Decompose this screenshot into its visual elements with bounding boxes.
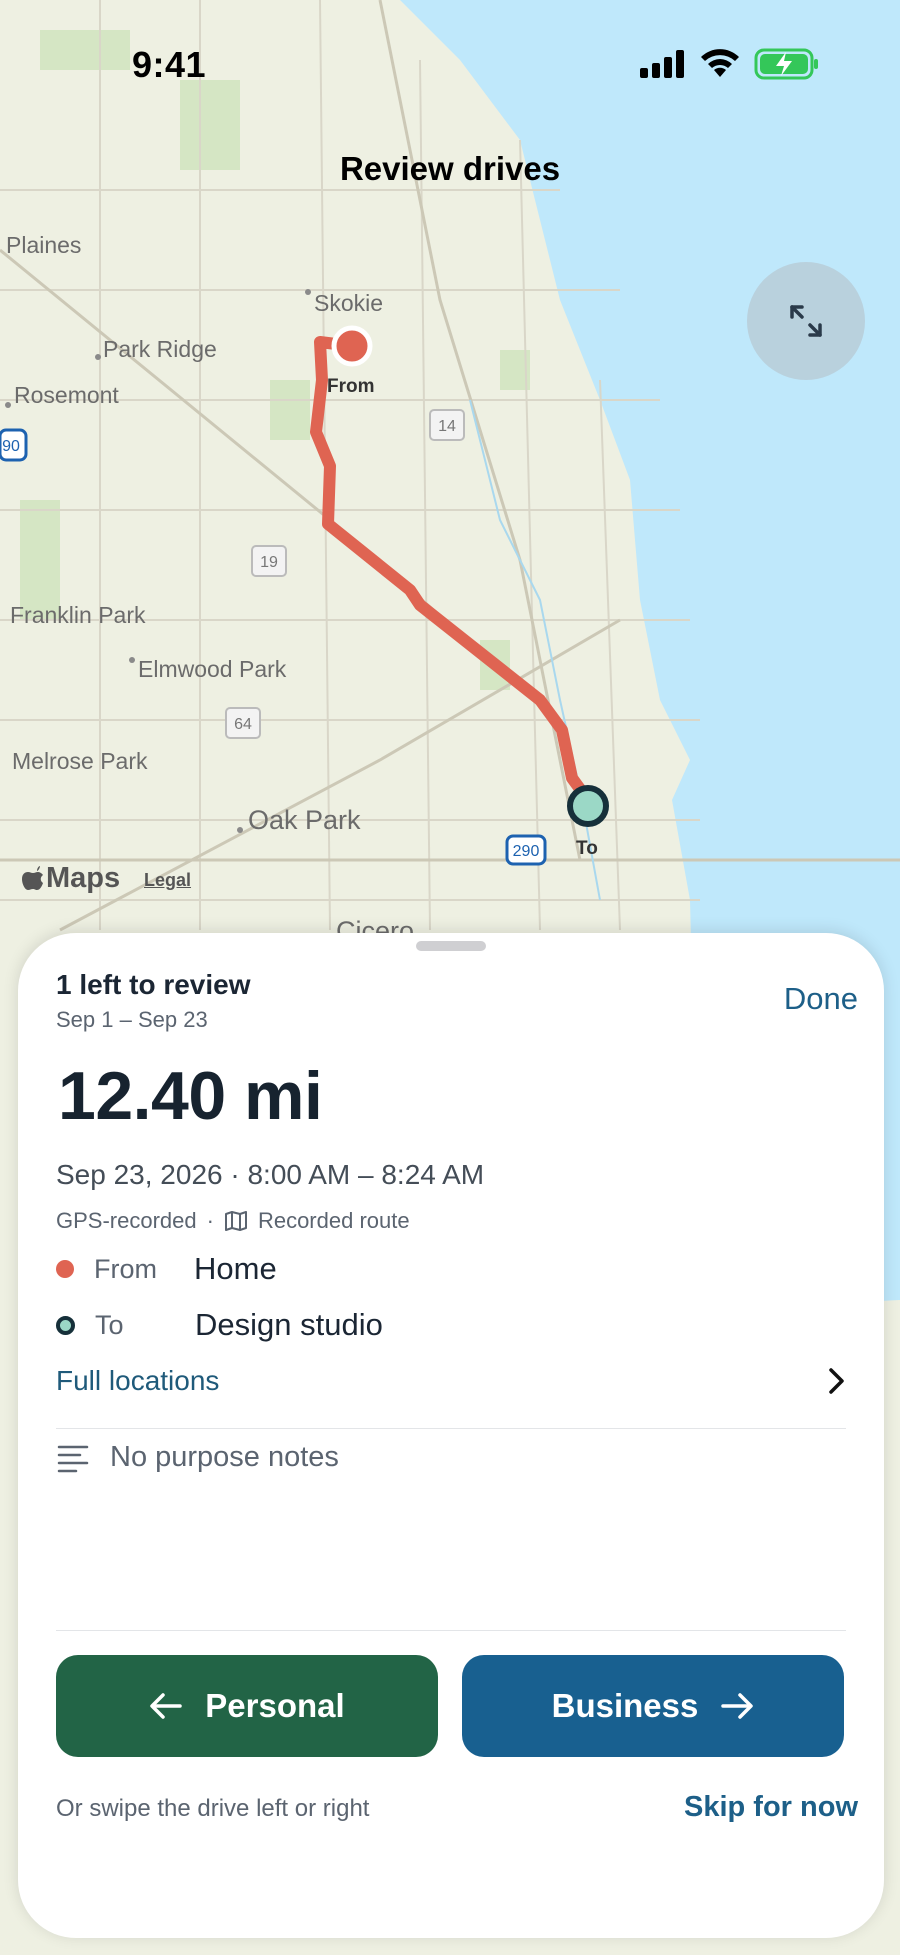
business-button[interactable]: Business	[462, 1655, 844, 1757]
swipe-hint: Or swipe the drive left or right	[56, 1795, 370, 1822]
svg-text:64: 64	[234, 716, 252, 733]
skip-button[interactable]: Skip for now	[684, 1791, 858, 1824]
notes-lines-icon	[57, 1445, 89, 1472]
purpose-notes[interactable]: No purpose notes	[56, 1441, 339, 1474]
battery-charging-icon	[754, 48, 818, 80]
status-time: 9:41	[132, 44, 207, 85]
divider	[56, 1630, 846, 1631]
arrow-left-icon	[150, 1693, 183, 1719]
divider	[56, 1428, 846, 1429]
from-dot-icon	[56, 1260, 74, 1278]
business-button-label: Business	[551, 1687, 699, 1724]
full-locations-link[interactable]: Full locations	[56, 1365, 846, 1397]
from-pin-label: From	[327, 376, 375, 397]
personal-button-label: Personal	[205, 1687, 345, 1724]
expand-map-button[interactable]	[747, 262, 865, 380]
from-value: Home	[194, 1251, 277, 1286]
map-place-label: Skokie	[314, 290, 384, 316]
review-count-title: 1 left to review	[56, 969, 251, 1000]
to-row: To Design studio	[56, 1307, 383, 1343]
to-pin-label: To	[576, 838, 598, 859]
svg-text:90: 90	[2, 438, 20, 455]
page-title: Review drives	[339, 150, 561, 187]
meta-separator: ·	[206, 1208, 214, 1233]
drive-distance: 12.40 mi	[58, 1058, 323, 1134]
from-label: From	[94, 1253, 157, 1284]
map-place-label: Plaines	[6, 232, 82, 258]
notes-label: No purpose notes	[110, 1441, 339, 1473]
road-shield-14: 14	[438, 418, 456, 435]
to-label: To	[95, 1309, 124, 1340]
maps-attribution: Maps	[22, 862, 120, 895]
chevron-right-icon	[829, 1368, 844, 1394]
map-place-label: Park Ridge	[103, 336, 217, 362]
arrow-right-icon	[721, 1693, 754, 1719]
sheet-grabber[interactable]	[416, 941, 486, 951]
status-bar: 9:41	[0, 0, 900, 130]
drive-datetime: Sep 23, 2026 · 8:00 AM – 8:24 AM	[56, 1159, 485, 1190]
review-date-range: Sep 1 – Sep 23	[56, 1007, 208, 1032]
svg-text:290: 290	[513, 843, 540, 860]
legal-link[interactable]: Legal	[144, 870, 191, 891]
maps-label: Maps	[46, 862, 121, 894]
drive-review-sheet: 1 left to review Sep 1 – Sep 23 Done 12.…	[18, 933, 884, 1938]
map-place-label: Oak Park	[248, 805, 361, 835]
done-button[interactable]: Done	[784, 981, 858, 1017]
from-row: From Home	[56, 1251, 277, 1287]
full-locations-label: Full locations	[56, 1365, 220, 1396]
map-place-label: Franklin Park	[10, 602, 146, 628]
expand-arrows-icon	[790, 305, 822, 337]
map-place-label: Elmwood Park	[138, 656, 287, 682]
to-value: Design studio	[195, 1307, 383, 1342]
recorded-route-label: Recorded route	[257, 1208, 410, 1233]
drive-meta: GPS-recorded · Recorded route	[56, 1208, 410, 1234]
to-dot-icon	[56, 1315, 75, 1335]
map-icon	[224, 1211, 247, 1231]
map-place-label: Rosemont	[14, 382, 119, 408]
cellular-signal-icon	[640, 50, 684, 78]
apple-logo-icon	[22, 865, 43, 890]
gps-source-label: GPS-recorded	[56, 1208, 197, 1233]
map-place-label: Melrose Park	[12, 748, 148, 774]
svg-text:19: 19	[260, 554, 278, 571]
personal-button[interactable]: Personal	[56, 1655, 438, 1757]
wifi-icon	[701, 49, 739, 77]
